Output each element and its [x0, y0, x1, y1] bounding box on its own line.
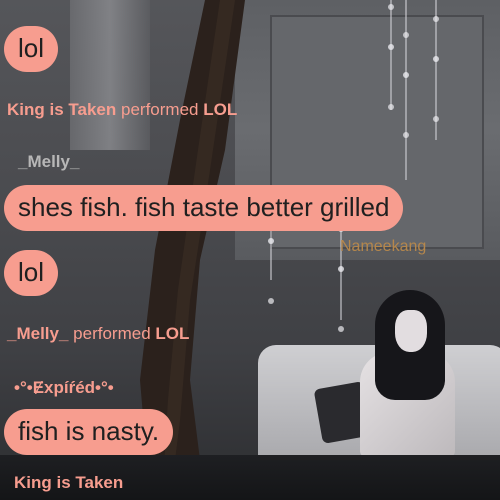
system-message: King is Taken performed LOL	[7, 100, 237, 120]
system-message-action: LOL	[155, 324, 190, 343]
system-message: _Melly_ performed LOL	[7, 324, 189, 344]
system-message-player: King is Taken	[7, 100, 117, 119]
chat-bubble: fish is nasty.	[4, 409, 174, 455]
chat-overlay: lol King is Taken performed LOL _Melly_ …	[0, 0, 500, 500]
chat-speaker-name: •°•Ɇxpíŕéd•°•	[14, 378, 114, 397]
system-message-action: LOL	[203, 100, 238, 119]
chat-speaker-name: King is Taken	[14, 473, 124, 492]
chat-bubble: lol	[4, 26, 59, 72]
system-message-verb: performed	[73, 324, 151, 343]
system-message-verb: performed	[121, 100, 199, 119]
chat-bubble: shes fish. fish taste better grilled	[4, 185, 404, 231]
chat-bubble: lol	[4, 250, 59, 296]
system-message-player: _Melly_	[7, 324, 69, 343]
chat-speaker-name: _Melly_	[18, 152, 80, 171]
